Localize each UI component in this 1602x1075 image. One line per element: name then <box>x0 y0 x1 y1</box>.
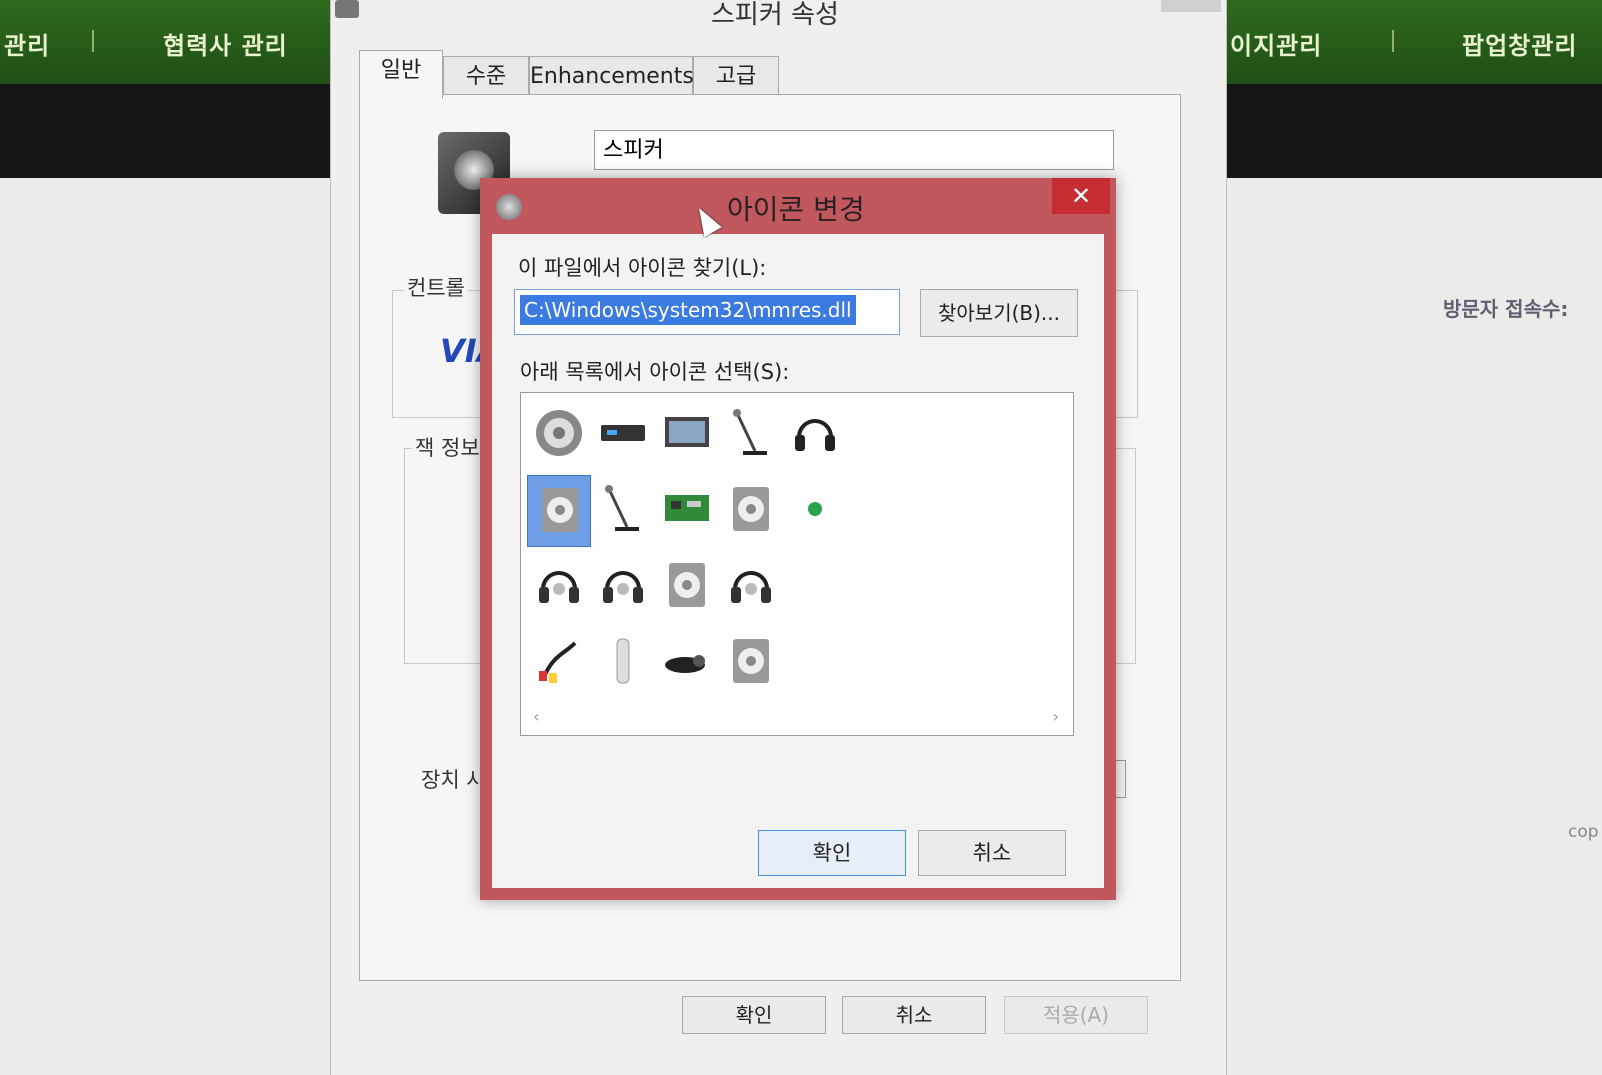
close-icon[interactable]: ✕ <box>1052 178 1110 214</box>
select-icon-label: 아래 목록에서 아이콘 선택(S): <box>520 360 790 384</box>
dialog-client-area: 이 파일에서 아이콘 찾기(L): C:\Windows\system32\mm… <box>492 234 1104 888</box>
headset-icon[interactable] <box>527 551 591 623</box>
scroll-right-icon[interactable]: › <box>1053 707 1059 726</box>
nav-item-popup-manage[interactable]: 팝업창관리 <box>1462 26 1577 61</box>
speaker-box-icon-graphic <box>733 639 769 683</box>
find-icons-label: 이 파일에서 아이콘 찾기(L): <box>518 256 767 280</box>
icon-list[interactable]: ‹ › <box>520 392 1074 736</box>
headphones-icon-graphic <box>795 419 835 451</box>
properties-cancel-button[interactable]: 취소 <box>842 996 986 1034</box>
icon-file-path-input[interactable]: C:\Windows\system32\mmres.dll <box>514 289 900 335</box>
device-name-field[interactable]: 스피커 <box>594 130 1114 170</box>
dialog-ok-button[interactable]: 확인 <box>758 830 906 876</box>
window-icon <box>335 0 359 18</box>
copyright-text: cop <box>1568 822 1599 842</box>
sound-card-icon-graphic <box>665 495 709 521</box>
headphones-icon[interactable] <box>783 399 847 471</box>
webcam-headset-icon-graphic <box>665 655 705 673</box>
green-dot-icon[interactable] <box>783 475 847 547</box>
speaker-box-icon-graphic <box>542 488 578 532</box>
headset-icon-graphic <box>539 571 579 603</box>
monitor-icon-graphic <box>665 417 709 447</box>
tab-enhancements[interactable]: Enhancements <box>529 56 694 97</box>
dialog-title-bar[interactable]: 아이콘 변경 ✕ <box>480 178 1116 234</box>
nav-item-manage[interactable]: 관리 <box>4 26 50 61</box>
tab-advanced[interactable]: 고급 <box>693 56 779 97</box>
headset-icon-graphic <box>603 571 643 603</box>
headset-icon[interactable] <box>719 551 783 623</box>
headset-icon[interactable] <box>591 551 655 623</box>
speaker-box-icon[interactable] <box>719 627 783 699</box>
phone-handset-icon[interactable] <box>591 627 655 699</box>
dialog-cancel-button[interactable]: 취소 <box>918 830 1066 876</box>
speaker-box-icon-graphic <box>669 563 705 607</box>
speaker-box-icon[interactable] <box>655 551 719 623</box>
properties-apply-button[interactable]: 적용(A) <box>1004 996 1148 1034</box>
microphone-stand-icon[interactable] <box>591 475 655 547</box>
speaker-box-icon[interactable] <box>719 475 783 547</box>
microphone-stand-icon[interactable] <box>719 399 783 471</box>
scroll-left-icon[interactable]: ‹ <box>533 707 539 726</box>
tab-levels[interactable]: 수준 <box>443 56 529 97</box>
rca-cable-icon[interactable] <box>527 627 591 699</box>
headset-icon-graphic <box>731 571 771 603</box>
green-dot-icon-graphic <box>808 502 822 516</box>
window-title: 스피커 속성 <box>711 0 839 30</box>
webcam-headset-icon[interactable] <box>655 627 719 699</box>
path-text-selected: C:\Windows\system32\mmres.dll <box>520 295 856 325</box>
monitor-icon[interactable] <box>655 399 719 471</box>
tab-general[interactable]: 일반 <box>359 50 443 99</box>
receiver-icon[interactable] <box>591 399 655 471</box>
speaker-box-icon[interactable] <box>527 475 591 547</box>
horizontal-scrollbar[interactable]: ‹ › <box>533 707 1059 726</box>
device-usage-label: 장치 사 <box>418 764 489 794</box>
nav-separator <box>1392 30 1394 52</box>
microphone-stand-icon-graphic <box>605 485 639 531</box>
properties-ok-button[interactable]: 확인 <box>682 996 826 1034</box>
jack-info-group-label: 잭 정보 <box>412 432 483 462</box>
window-close-button[interactable] <box>1161 0 1221 12</box>
change-icon-dialog: 아이콘 변경 ✕ 이 파일에서 아이콘 찾기(L): C:\Windows\sy… <box>480 178 1116 900</box>
microphone-stand-icon-graphic <box>733 409 767 455</box>
nav-item-partner-manage[interactable]: 협력사 관리 <box>163 26 288 61</box>
receiver-icon-graphic <box>601 425 645 441</box>
browse-button[interactable]: 찾아보기(B)... <box>920 289 1078 337</box>
nav-item-easy-manage[interactable]: 이지관리 <box>1230 26 1322 61</box>
sound-card-icon[interactable] <box>655 475 719 547</box>
controller-group-label: 컨트롤 <box>404 272 468 302</box>
speaker-small-icon <box>496 194 522 220</box>
nav-separator <box>92 30 94 52</box>
phone-handset-icon-graphic <box>616 638 630 684</box>
speaker-cone-icon-graphic <box>536 410 582 456</box>
visitor-count-label: 방문자 접속수: <box>1443 297 1569 321</box>
speaker-cone-icon[interactable] <box>527 399 591 471</box>
rca-cable-icon-graphic <box>539 641 577 683</box>
speaker-box-icon-graphic <box>733 487 769 531</box>
dialog-title: 아이콘 변경 <box>727 193 865 226</box>
